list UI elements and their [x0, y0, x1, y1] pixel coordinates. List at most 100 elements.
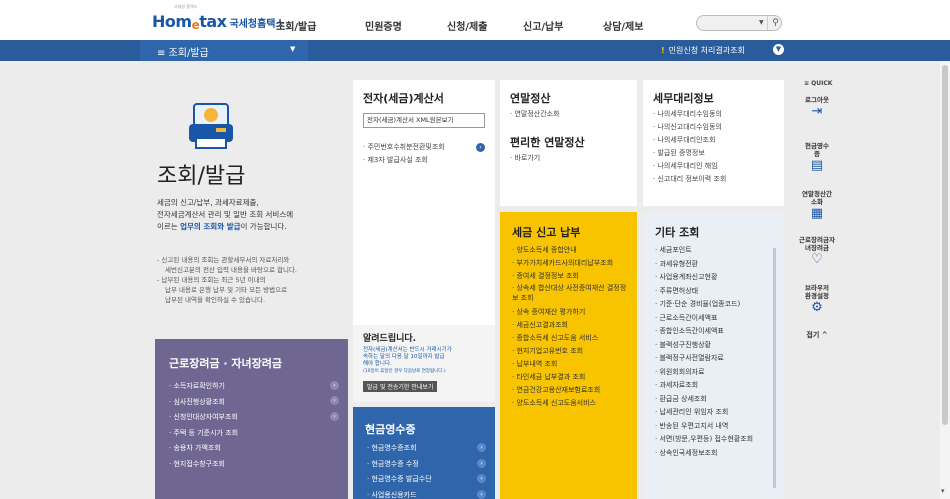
hometax-logo[interactable]: 국세청 홈택스 Hometax 국세청홈택스: [152, 4, 285, 34]
list-item[interactable]: · 소득자료확인하기: [169, 379, 238, 395]
chevron-down-icon[interactable]: ▼: [290, 45, 295, 53]
search-input[interactable]: ▼ ⚲: [696, 15, 782, 31]
quick-yearend[interactable]: 연말정산간소화 ▦: [796, 190, 838, 221]
list-item[interactable]: · 과세유형전환: [655, 258, 753, 272]
logo-home: Hom: [152, 12, 192, 31]
list-item[interactable]: · 반송된 우편고지서 내역: [655, 420, 753, 434]
nav-apply[interactable]: 신청/제출: [447, 18, 487, 33]
list-item[interactable]: · 종합소득세 신고도움 서비스: [512, 332, 630, 345]
printer-icon: [189, 103, 233, 149]
list-item[interactable]: · 증여세 결정정보 조회: [512, 270, 630, 283]
nav-lookup[interactable]: 조회/발급: [276, 18, 316, 33]
arrow-right-icon[interactable]: ›: [477, 474, 486, 483]
search-dropdown-icon[interactable]: ▼: [759, 19, 764, 26]
heart-icon: ♡: [811, 252, 823, 267]
tax-pay-title: 세금 신고 납부: [512, 226, 581, 239]
notice-box: 알려드립니다. 전자(세금)계산서는 반드시 거래시기가 속하는 달의 다음 달…: [353, 325, 495, 402]
receipt-icon: ▤: [810, 158, 824, 173]
notes: - 신고된 내용의 조회는 관할세무서의 자료처리와 세번신고분의 전산 입력 …: [157, 256, 297, 304]
etc-lookup-card: 기타 조회 · 세금포인트 · 과세유형전환 · 사업용계좌신고현황 · 주류면…: [643, 212, 784, 499]
arrow-right-icon[interactable]: ›: [330, 412, 339, 421]
list-item[interactable]: · 종합인소득간이세액표: [655, 325, 753, 339]
nav-consult[interactable]: 상담/제보: [603, 18, 643, 33]
list-item[interactable]: · 현금영수증 발급수단: [367, 472, 432, 488]
list-item[interactable]: · 상속 증여재산 평가하기: [512, 306, 630, 319]
list-item[interactable]: · 타인세금 납부결과 조회: [512, 371, 630, 384]
arrow-right-icon[interactable]: ›: [330, 396, 339, 405]
quick-labor-incentive[interactable]: 근로장려금자녀장려금 ♡: [796, 236, 838, 267]
arrow-right-icon[interactable]: ›: [330, 381, 339, 390]
quick-cash-receipt[interactable]: 현금영수증 ▤: [796, 142, 838, 173]
agent-item[interactable]: · 나의세무대리인조회: [653, 134, 726, 147]
chevron-down-icon[interactable]: ▾: [941, 487, 945, 495]
agent-item[interactable]: · 나의세무대리수임동의: [653, 108, 726, 121]
list-item[interactable]: · 위원회회의자료: [655, 366, 753, 380]
agent-item[interactable]: · 나의세무대리인 해임: [653, 160, 726, 173]
list-item[interactable]: · 송용차 가액조회: [169, 441, 238, 457]
agent-item[interactable]: · 나의신고대리수임동의: [653, 121, 726, 134]
nav-report[interactable]: 신고/납부: [523, 18, 563, 33]
notice-button[interactable]: 발급 및 전송기한 안내보기: [363, 381, 438, 392]
logo-tax: tax: [199, 12, 227, 31]
etax-title: 전자(세금)계산서: [363, 92, 444, 105]
list-item[interactable]: · 사업용신용카드: [367, 488, 432, 499]
quick-menu: ≡ QUICK 로그아웃 ⇥ 현금영수증 ▤ 연말정산간소화 ▦ 근로장려금자녀…: [796, 80, 838, 360]
quick-close-button[interactable]: 접기 ^: [796, 330, 838, 340]
labor-incentive-card: 근로장려금 · 자녀장려금 · 소득자료확인하기 · 심사진행상황조회 · 신청…: [155, 339, 348, 499]
civil-result-link[interactable]: ! 민원신청 처리결과조회: [661, 45, 745, 56]
menu-label[interactable]: ≡ 조회/발급: [157, 44, 209, 59]
list-item[interactable]: · 심사진행상황조회: [169, 395, 238, 411]
list-item[interactable]: · 근로소득간이세액표: [655, 312, 753, 326]
etax-item-2[interactable]: · 제3자 발급사실 조회: [363, 154, 428, 167]
yearend-shortcut[interactable]: · 바로가기: [510, 152, 540, 165]
list-item[interactable]: · 주류면허상태: [655, 285, 753, 299]
arrow-right-icon[interactable]: ›: [477, 459, 486, 468]
arrow-right-icon[interactable]: ›: [476, 143, 485, 152]
yearend-icon: ▦: [810, 206, 824, 221]
arrow-right-icon[interactable]: ›: [477, 490, 486, 499]
page-scrollbar[interactable]: ▾: [940, 61, 950, 499]
list-item[interactable]: · 주택 등 기준시가 조회: [169, 426, 238, 442]
list-item[interactable]: · 연금건강고용산재보험료조회: [512, 384, 630, 397]
list-item[interactable]: · 양도소득세 신고도움서비스: [512, 397, 630, 410]
list-item[interactable]: · 양도소득세 종합안내: [512, 244, 630, 257]
list-item[interactable]: · 부가가치세카드사의대리납부조회: [512, 257, 630, 270]
list-item[interactable]: · 블랙정구사전열람자료: [655, 352, 753, 366]
etc-scrollbar[interactable]: [773, 248, 776, 488]
agent-item[interactable]: · 발급된 증명정보: [653, 147, 726, 160]
notice-text: 전자(세금)계산서는 반드시 거래시기가 속하는 달의 다음 달 10일까지 발…: [363, 347, 452, 374]
list-item[interactable]: · 세금신고결과조회: [512, 319, 630, 332]
list-item[interactable]: · 사업용계좌신고현황: [655, 271, 753, 285]
nav-certificate[interactable]: 민원증명: [365, 18, 402, 33]
agent-item[interactable]: · 신고대리 정보이력 조회: [653, 173, 726, 186]
list-item[interactable]: · 현지기업고유번호 조회: [512, 345, 630, 358]
agent-card: 세무대리정보 · 나의세무대리수임동의 · 나의신고대리수임동의 · 나의세무대…: [643, 80, 784, 206]
list-item[interactable]: · 현금영수증조회: [367, 441, 432, 457]
search-icon[interactable]: ⚲: [767, 16, 783, 30]
civil-result-dropdown-icon[interactable]: ▼: [773, 44, 784, 55]
list-item[interactable]: · 납부내역 조회: [512, 358, 630, 371]
scrollbar-thumb[interactable]: [942, 65, 948, 425]
yearend-title: 연말정산: [510, 92, 551, 105]
list-item[interactable]: · 현금영수증 수정: [367, 457, 432, 473]
list-item[interactable]: · 기준·단순 경비율(업종코드): [655, 298, 753, 312]
list-item[interactable]: · 환급금 상세조회: [655, 393, 753, 407]
list-item[interactable]: · 세금포인트: [655, 244, 753, 258]
etax-xml-view-button[interactable]: 전자(세금)계산서 XML원본보기: [363, 113, 485, 128]
list-item[interactable]: · 납세관리인 위임자 조회: [655, 406, 753, 420]
list-item[interactable]: · 서면(방문,우편등) 접수현황조회: [655, 433, 753, 447]
list-item[interactable]: · 상속인국세정보조회: [655, 447, 753, 461]
list-item[interactable]: · 과세자료조회: [655, 379, 753, 393]
etax-item-1[interactable]: · 주민번호수취분전환및조회: [363, 141, 445, 154]
list-item[interactable]: · 현지접수창구조회: [169, 457, 238, 473]
list-item[interactable]: · 신청인대상자여부조회: [169, 410, 238, 426]
quick-browser-setting[interactable]: 브라우저환경설정 ⚙: [796, 284, 838, 315]
tax-pay-list: · 양도소득세 종합안내 · 부가가치세카드사의대리납부조회 · 증여세 결정정…: [512, 244, 630, 410]
list-item[interactable]: · 상속세 합산대상 사전증여재산 결정정보 조회: [512, 283, 630, 303]
arrow-right-icon[interactable]: ›: [477, 443, 486, 452]
yearend-item[interactable]: · 연말정산간소화: [510, 108, 560, 121]
quick-logout[interactable]: 로그아웃 ⇥: [796, 96, 838, 119]
list-item[interactable]: · 블랙성구진행상황: [655, 339, 753, 353]
etax-card: 전자(세금)계산서 전자(세금)계산서 XML원본보기 · 주민번호수취분전환및…: [353, 80, 495, 402]
agent-list: · 나의세무대리수임동의 · 나의신고대리수임동의 · 나의세무대리인조회 · …: [653, 108, 726, 186]
